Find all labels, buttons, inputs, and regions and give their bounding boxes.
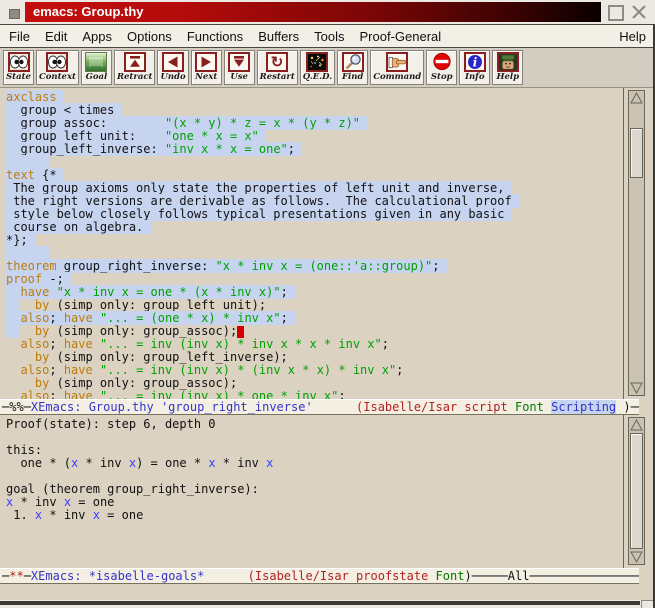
window-menu-icon[interactable]	[9, 9, 20, 19]
goals-modeline: ─**─XEmacs: *isabelle-goals* (Isabelle/I…	[0, 568, 639, 584]
eyes-icon	[8, 52, 30, 72]
toolbar-button-label: Use	[230, 72, 248, 83]
menu-item-help[interactable]: Help	[619, 29, 646, 44]
menu-item-file[interactable]: File	[9, 29, 30, 44]
toolbar-button-label: State	[6, 72, 31, 83]
toolbar-button-label: Info	[465, 72, 484, 83]
officer-icon	[497, 52, 519, 72]
goal-line: 1. x * inv x = one	[6, 509, 623, 522]
maximize-button[interactable]	[608, 5, 624, 21]
toolbar-button-context[interactable]: Context	[36, 50, 79, 85]
undo-triangle-icon	[162, 52, 184, 72]
code-line: theorem group_right_inverse: "x * inv x …	[6, 260, 623, 273]
titlebar: emacs: Group.thy	[0, 0, 655, 24]
toolbar-button-label: Command	[373, 72, 421, 83]
scroll-up-icon[interactable]	[630, 92, 643, 104]
scroll-down-icon[interactable]	[630, 551, 643, 563]
next-triangle-icon	[195, 52, 217, 72]
script-scrollbar[interactable]	[628, 90, 645, 396]
goal-line: Proof(state): step 6, depth 0	[6, 418, 623, 431]
scrollbar-thumb[interactable]	[630, 433, 643, 549]
toolbar-button-label: Next	[195, 72, 217, 83]
toolbar-button-help[interactable]: Help	[492, 50, 523, 85]
toolbar: State Context Goal Retract Undo Next Use…	[0, 48, 655, 88]
scroll-down-icon[interactable]	[630, 382, 643, 394]
menu-item-apps[interactable]: Apps	[82, 29, 112, 44]
toolbar-button-stop[interactable]: Stop	[426, 50, 457, 85]
menu-item-functions[interactable]: Functions	[187, 29, 243, 44]
scrollbar-thumb[interactable]	[630, 128, 643, 178]
menubar: File Edit Apps Options Functions Buffers Tools…	[0, 24, 655, 48]
window-frame-bar	[0, 601, 640, 605]
menu-item-buffers[interactable]: Buffers	[258, 29, 299, 44]
menu-item-edit[interactable]: Edit	[45, 29, 67, 44]
toolbar-button-find[interactable]: Find	[337, 50, 368, 85]
menu-item-proof-general[interactable]: Proof-General	[360, 29, 442, 44]
scrollbar-divider	[623, 415, 624, 568]
toolbar-button-label: Undo	[160, 72, 185, 83]
toolbar-button-label: Q.E.D.	[303, 72, 332, 83]
toolbar-button-state[interactable]: State	[3, 50, 34, 85]
code-line: *};	[6, 234, 623, 247]
retract-icon	[124, 52, 146, 72]
close-button[interactable]	[630, 3, 648, 21]
toolbar-button-label: Help	[496, 72, 519, 83]
toolbar-button-retract[interactable]: Retract	[114, 50, 156, 85]
info-icon: i	[464, 52, 486, 72]
goal-picture-icon	[85, 52, 107, 72]
toolbar-button-goal[interactable]: Goal	[81, 50, 112, 85]
goals-buffer[interactable]: Proof(state): step 6, depth 0this: one *…	[0, 415, 623, 568]
goal-line: one * (x * inv x) = one * x * inv x	[6, 457, 623, 470]
restart-icon: ↻	[266, 52, 288, 72]
eyes-icon	[46, 52, 68, 72]
code-line	[6, 156, 623, 169]
script-modeline: ─%%─XEmacs: Group.thy 'group_right_inver…	[0, 399, 639, 415]
toolbar-button-next[interactable]: Next	[191, 50, 222, 85]
toolbar-button-label: Restart	[260, 72, 295, 83]
scroll-up-icon[interactable]	[630, 419, 643, 431]
toolbar-button-label: Context	[39, 72, 76, 83]
stop-sign-icon	[431, 52, 453, 72]
menu-item-tools[interactable]: Tools	[314, 29, 344, 44]
fireworks-icon	[306, 52, 328, 72]
script-buffer[interactable]: axclass group < times group_assoc: "(x *…	[0, 88, 623, 399]
toolbar-button-use[interactable]: Use	[224, 50, 255, 85]
goals-scrollbar[interactable]	[628, 417, 645, 565]
magnifier-icon	[342, 52, 364, 72]
toolbar-button-label: Find	[342, 72, 363, 83]
use-icon	[228, 52, 250, 72]
toolbar-button-info[interactable]: i Info	[459, 50, 490, 85]
close-icon	[630, 3, 648, 21]
echo-area[interactable]	[0, 585, 655, 600]
menu-item-options[interactable]: Options	[127, 29, 172, 44]
toolbar-button-undo[interactable]: Undo	[157, 50, 188, 85]
code-line: also; have "... = inv (inv x) * one * in…	[6, 390, 623, 399]
toolbar-button-restart[interactable]: ↻Restart	[257, 50, 298, 85]
toolbar-button-command[interactable]: Command	[370, 50, 424, 85]
scrollbar-divider	[623, 88, 624, 399]
toolbar-button-qed[interactable]: Q.E.D.	[300, 50, 335, 85]
toolbar-button-label: Retract	[117, 72, 153, 83]
goal-line	[6, 431, 623, 444]
svg-text:i: i	[472, 56, 477, 70]
code-line: course on algebra.	[6, 221, 623, 234]
code-line: group_left_inverse: "inv x * x = one";	[6, 143, 623, 156]
pointing-hand-icon	[386, 52, 408, 72]
xemacs-window: emacs: Group.thy File Edit Apps Options Func…	[0, 0, 655, 608]
toolbar-button-label: Goal	[86, 72, 108, 83]
svg-text:↻: ↻	[271, 54, 284, 71]
window-title: emacs: Group.thy	[25, 2, 601, 22]
toolbar-button-label: Stop	[431, 72, 453, 83]
